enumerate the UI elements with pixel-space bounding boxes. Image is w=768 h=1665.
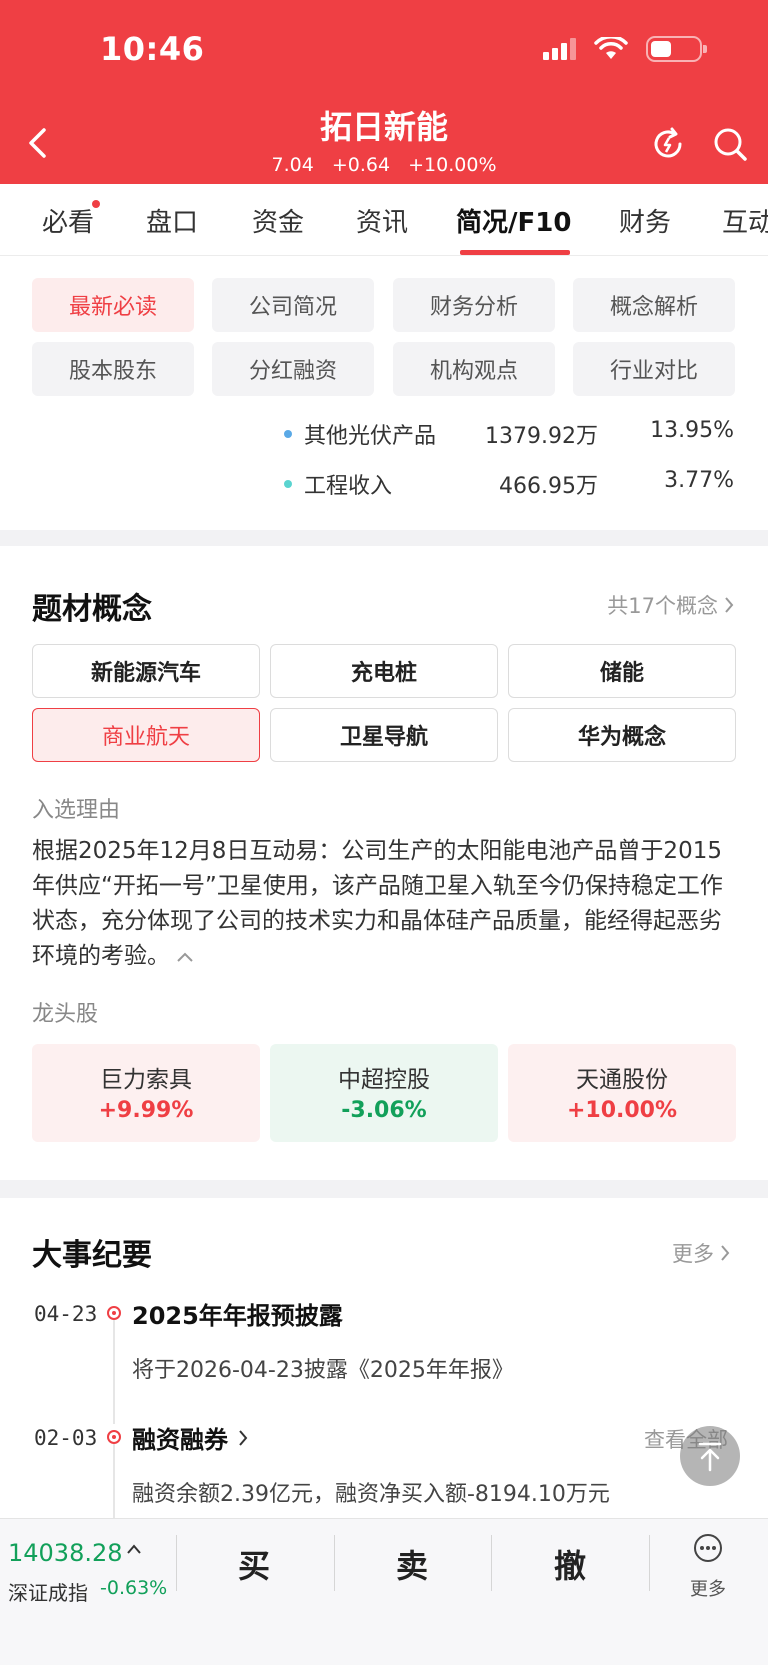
cancel-order-button[interactable]: 撤: [554, 1541, 586, 1587]
revenue-name: 其他光伏产品: [304, 424, 437, 449]
revenue-row: 其他光伏产品 1379.92万 13.95%: [0, 418, 768, 449]
tab-funds[interactable]: 资金: [252, 202, 304, 239]
legend-dot: [284, 480, 292, 488]
leader-stock-name: 天通股份: [576, 1067, 668, 1093]
wifi-icon: [594, 37, 628, 59]
header-bar: 10:46 拓日新能 7.04 +0.64 +10.00%: [0, 0, 768, 184]
chevron-right-icon: [725, 597, 734, 613]
index-change: -0.63%: [100, 1577, 168, 1599]
search-icon[interactable]: [712, 126, 748, 162]
revenue-amount: 1379.92万: [485, 424, 598, 449]
divider: [334, 1535, 335, 1591]
status-icons: [543, 36, 707, 62]
section-title: 大事纪要: [32, 1238, 152, 1273]
event-title: 2025年年报预披露: [132, 1296, 343, 1331]
arrow-up-icon: [698, 1442, 722, 1472]
timeline-dot: [107, 1430, 121, 1444]
concept-chip[interactable]: 华为概念: [508, 708, 736, 762]
subtab-shareholders[interactable]: 股本股东: [32, 342, 194, 396]
event-desc: 融资余额2.39亿元，融资净买入额-8194.10万元: [132, 1482, 610, 1507]
subtab-financial-analysis[interactable]: 财务分析: [393, 278, 555, 332]
concept-chip[interactable]: 新能源汽车: [32, 644, 260, 698]
event-desc: 将于2026-04-23披露《2025年年报》: [132, 1358, 514, 1383]
subtab-industry-comparison[interactable]: 行业对比: [573, 342, 735, 396]
revenue-pct: 3.77%: [664, 468, 734, 493]
revenue-amount: 466.95万: [499, 474, 598, 499]
chevron-right-icon: [239, 1429, 248, 1446]
timeline-line: [113, 1444, 115, 1518]
revenue-pct: 13.95%: [650, 418, 734, 443]
revenue-row: 工程收入 466.95万 3.77%: [0, 468, 768, 499]
subtab-institutional-views[interactable]: 机构观点: [393, 342, 555, 396]
subtab-concept-analysis[interactable]: 概念解析: [573, 278, 735, 332]
tab-must-see[interactable]: 必看: [42, 202, 94, 239]
stock-change-pct: +10.00%: [408, 154, 497, 176]
events-more-label: 更多: [672, 1242, 714, 1266]
divider: [176, 1535, 177, 1591]
leader-stock-change: -3.06%: [341, 1098, 427, 1123]
more-chat-icon[interactable]: [693, 1533, 723, 1563]
concept-chip[interactable]: 充电桩: [270, 644, 498, 698]
revenue-name: 工程收入: [304, 474, 393, 499]
tab-news[interactable]: 资讯: [356, 202, 408, 239]
reason-label: 入选理由: [32, 798, 121, 823]
concepts-count-label: 共17个概念: [607, 594, 718, 618]
reason-text-block: 根据2025年12月8日互动易：公司生产的太阳能电池产品曾于2015年供应“开拓…: [32, 834, 732, 974]
leader-stock-card[interactable]: 巨力索具 +9.99%: [32, 1044, 260, 1142]
leader-stock-change: +10.00%: [566, 1098, 678, 1123]
buy-button[interactable]: 买: [238, 1541, 270, 1587]
concepts-section: 题材概念 共17个概念 新能源汽车 充电桩 储能 商业航天 卫星导航 华为概念 …: [0, 546, 768, 1180]
concept-chip[interactable]: 储能: [508, 644, 736, 698]
timeline-line: [113, 1320, 115, 1424]
event-title-text: 2025年年报预披露: [132, 1302, 343, 1330]
events-more-link[interactable]: 更多: [672, 1238, 730, 1268]
concepts-count-link[interactable]: 共17个概念: [607, 590, 734, 620]
event-date: 02-03: [34, 1426, 98, 1450]
tab-order-book[interactable]: 盘口: [146, 202, 198, 239]
status-time: 10:46: [100, 30, 205, 68]
stock-change: +0.64: [331, 154, 391, 176]
divider: [649, 1535, 650, 1591]
more-label[interactable]: 更多: [690, 1575, 726, 1601]
subtab-latest[interactable]: 最新必读: [32, 278, 194, 332]
index-name: 深证成指: [8, 1581, 88, 1605]
leader-stock-card[interactable]: 天通股份 +10.00%: [508, 1044, 736, 1142]
event-title-link[interactable]: 融资融券: [132, 1420, 248, 1455]
timeline-dot: [107, 1306, 121, 1320]
subtab-company[interactable]: 公司简况: [212, 278, 374, 332]
stock-price: 7.04: [271, 154, 314, 176]
concept-chip-selected[interactable]: 商业航天: [32, 708, 260, 762]
event-date: 04-23: [34, 1302, 98, 1326]
bottom-action-bar: 14038.28 深证成指 -0.63% 买 卖 撤 更多: [0, 1518, 768, 1665]
collapse-caret-icon[interactable]: [176, 951, 194, 963]
tab-interaction[interactable]: 互动: [722, 202, 768, 239]
chevron-up-icon: [127, 1544, 141, 1554]
f10-section: 最新必读 公司简况 财务分析 概念解析 股本股东 分红融资 机构观点 行业对比 …: [0, 256, 768, 530]
event-title-text: 融资融券: [132, 1426, 228, 1454]
leader-stock-name: 中超控股: [338, 1067, 430, 1093]
refresh-icon[interactable]: [650, 126, 686, 162]
tab-f10[interactable]: 简况/F10: [456, 202, 571, 239]
chevron-right-icon: [721, 1245, 730, 1261]
index-value[interactable]: 14038.28: [8, 1539, 123, 1567]
main-tabs: 必看 盘口 资金 资讯 简况/F10 财务 互动: [0, 184, 768, 256]
legend-dot: [284, 430, 292, 438]
section-title: 题材概念: [32, 592, 152, 627]
reason-text: 根据2025年12月8日互动易：公司生产的太阳能电池产品曾于2015年供应“开拓…: [32, 838, 723, 969]
active-tab-indicator: [460, 250, 570, 255]
subtab-dividends[interactable]: 分红融资: [212, 342, 374, 396]
sell-button[interactable]: 卖: [396, 1541, 428, 1587]
battery-icon: [646, 36, 707, 62]
leader-stock-name: 巨力索具: [100, 1067, 192, 1093]
leader-stock-change: +9.99%: [98, 1098, 194, 1123]
concept-chip[interactable]: 卫星导航: [270, 708, 498, 762]
divider: [491, 1535, 492, 1591]
leader-stock-card[interactable]: 中超控股 -3.06%: [270, 1044, 498, 1142]
notification-dot: [92, 200, 100, 208]
tab-finance[interactable]: 财务: [619, 202, 671, 239]
cellular-signal-icon: [543, 38, 576, 60]
events-section: 大事纪要 更多 04-23 2025年年报预披露 将于2026-04-23披露《…: [0, 1198, 768, 1518]
scroll-to-top-button[interactable]: [680, 1426, 740, 1486]
leader-label: 龙头股: [32, 1002, 99, 1027]
